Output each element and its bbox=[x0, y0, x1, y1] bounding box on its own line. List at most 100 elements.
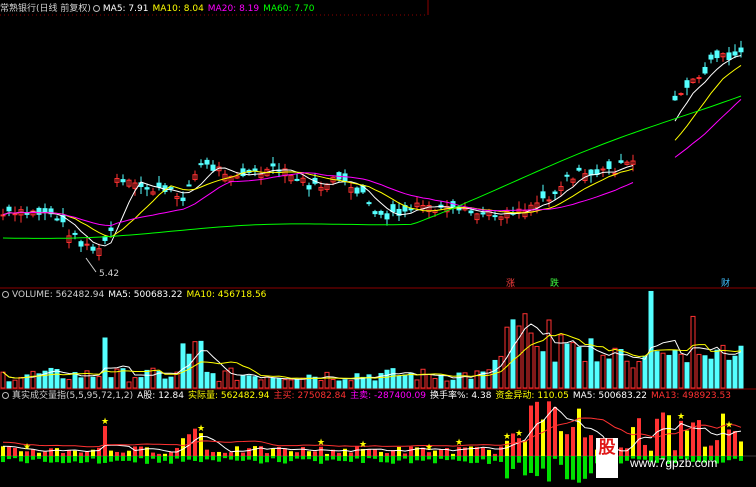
indicator-star: ★ bbox=[23, 442, 31, 452]
a-share-value: A股: 12.84 bbox=[137, 391, 184, 401]
indicator-up-bar bbox=[67, 449, 71, 456]
volume-bar bbox=[594, 361, 600, 389]
candle-body bbox=[546, 199, 552, 202]
volume-bar bbox=[678, 353, 684, 389]
volume-bar bbox=[726, 359, 732, 389]
indicator-down-bar bbox=[241, 456, 245, 461]
indicator-down-bar bbox=[91, 456, 95, 459]
volume-bar bbox=[216, 380, 222, 389]
volume-bar bbox=[552, 361, 558, 389]
main-buy-value: 主买: 275082.84 bbox=[273, 391, 347, 401]
indicator-down-bar bbox=[493, 456, 497, 461]
low-price-arrow bbox=[85, 257, 97, 273]
candle-body bbox=[540, 191, 546, 199]
stock-title[interactable]: 常熟银行(日线 前复权) bbox=[0, 4, 91, 14]
candle-body bbox=[36, 207, 42, 215]
indicator-down-bar bbox=[163, 456, 167, 461]
marker-die[interactable]: 跌 bbox=[550, 276, 559, 289]
low-price-label: 5.42 bbox=[99, 269, 120, 279]
candle-body bbox=[294, 178, 300, 181]
indicator-down-bar bbox=[169, 456, 173, 464]
indicator-down-bar bbox=[37, 456, 41, 459]
settings-circle-icon[interactable] bbox=[92, 5, 100, 12]
volume-bar bbox=[72, 372, 78, 389]
volume-bar bbox=[426, 374, 432, 389]
chart-canvas[interactable]: ★★★★★★★★★★★★ bbox=[0, 0, 756, 487]
candle-body bbox=[186, 184, 192, 187]
indicator-down-bar bbox=[325, 456, 329, 461]
indicator-down-bar bbox=[337, 456, 341, 461]
indicator-up-bar bbox=[103, 426, 107, 456]
indicator-down-bar bbox=[349, 456, 353, 462]
indicator-up-bar bbox=[229, 452, 233, 456]
volume-bar bbox=[126, 381, 132, 389]
volume-bar bbox=[702, 355, 708, 389]
indicator-star: ★ bbox=[677, 412, 685, 422]
volume-bar bbox=[582, 360, 588, 389]
indicator-up-bar bbox=[667, 415, 671, 456]
indicator-down-bar bbox=[409, 456, 413, 464]
indicator-star: ★ bbox=[317, 438, 325, 448]
volume-bar bbox=[732, 355, 738, 389]
candle-body bbox=[390, 204, 396, 213]
volume-bar bbox=[540, 351, 546, 389]
indicator-down-bar bbox=[367, 456, 371, 459]
indicator-up-bar bbox=[379, 451, 383, 456]
indicator-up-bar bbox=[217, 451, 221, 456]
candle-body bbox=[672, 95, 678, 101]
candle-body bbox=[12, 213, 18, 216]
indicator-up-bar bbox=[223, 452, 227, 456]
indicator-down-bar bbox=[55, 456, 59, 463]
indicator-up-bar bbox=[565, 434, 569, 456]
indicator-up-bar bbox=[577, 408, 581, 456]
indicator-up-bar bbox=[247, 448, 251, 456]
indicator-up-bar bbox=[271, 448, 275, 456]
indicator-down-bar bbox=[109, 456, 113, 462]
indicator-up-bar bbox=[85, 451, 89, 456]
indicator-up-bar bbox=[367, 449, 371, 456]
indicator-down-bar bbox=[511, 456, 515, 469]
candle-body bbox=[678, 93, 684, 96]
indicator-down-bar bbox=[535, 456, 539, 477]
candle-body bbox=[54, 218, 60, 221]
indicator-up-bar bbox=[325, 453, 329, 456]
indicator-down-bar bbox=[259, 456, 263, 464]
indicator-down-bar bbox=[589, 456, 593, 474]
indicator-up-bar bbox=[253, 446, 257, 456]
indicator-up-bar bbox=[553, 407, 557, 456]
indicator-title[interactable]: 真实成交量指(5,5,95,72,1,2) bbox=[12, 391, 133, 401]
indicator-down-bar bbox=[7, 456, 11, 460]
volume-bar bbox=[306, 374, 312, 389]
volume-bar bbox=[528, 332, 534, 389]
marker-zhang[interactable]: 涨 bbox=[506, 276, 515, 289]
indicator-down-bar bbox=[25, 456, 29, 464]
marker-cai[interactable]: 财 bbox=[721, 276, 730, 289]
volume-circle-icon[interactable] bbox=[2, 291, 9, 298]
indicator-up-bar bbox=[319, 446, 323, 456]
volume-bar bbox=[642, 355, 648, 389]
indicator-down-bar bbox=[253, 456, 257, 461]
indicator-down-bar bbox=[583, 456, 587, 479]
indicator-down-bar bbox=[13, 456, 17, 459]
indicator-up-bar bbox=[733, 430, 737, 456]
indicator-down-bar bbox=[619, 456, 623, 464]
indicator-down-bar bbox=[487, 456, 491, 464]
indicator-down-bar bbox=[19, 456, 23, 462]
volume-bar bbox=[96, 376, 102, 389]
volume-bar bbox=[240, 374, 246, 389]
indicator-circle-icon[interactable] bbox=[2, 392, 9, 399]
indicator-down-bar bbox=[49, 456, 53, 463]
indicator-up-bar bbox=[337, 452, 341, 456]
indicator-down-bar bbox=[541, 456, 545, 469]
indicator-up-bar bbox=[205, 449, 209, 456]
capital-move-value: 资金异动: 110.05 bbox=[495, 391, 569, 401]
indicator-down-bar bbox=[277, 456, 281, 463]
volume-bar bbox=[462, 372, 468, 389]
volume-title[interactable]: VOLUME: 562482.94 bbox=[12, 290, 104, 300]
indicator-down-bar bbox=[733, 456, 737, 459]
indicator-down-bar bbox=[313, 456, 317, 462]
candle-body bbox=[210, 164, 216, 171]
indicator-lines bbox=[2, 406, 742, 453]
candle-body bbox=[726, 52, 732, 61]
indicator-down-bar bbox=[343, 456, 347, 462]
